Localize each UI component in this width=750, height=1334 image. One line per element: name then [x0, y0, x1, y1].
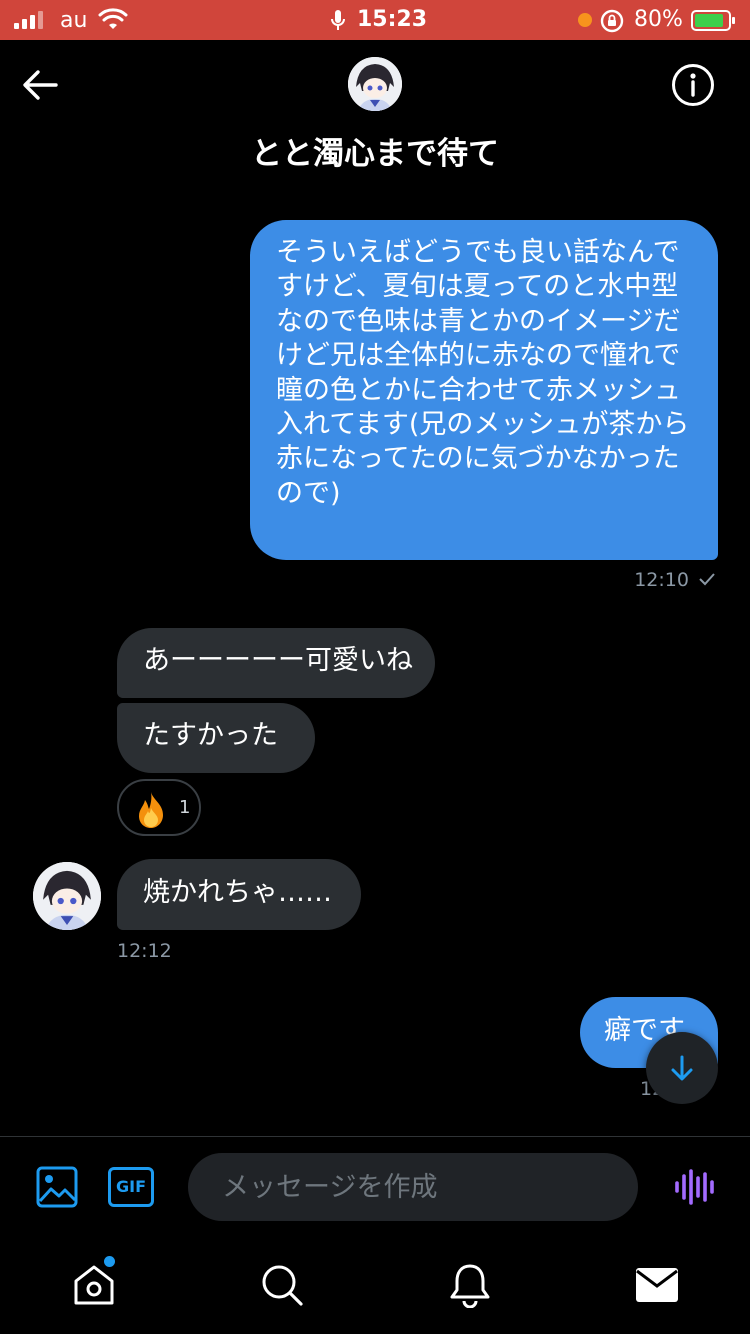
check-icon [699, 573, 715, 586]
signal-strength-icon [14, 11, 43, 29]
scroll-to-bottom-button[interactable] [646, 1032, 718, 1104]
arrow-down-icon [671, 1055, 693, 1081]
conversation-info-button[interactable] [671, 63, 715, 107]
search-icon [262, 1265, 303, 1306]
recording-indicator-icon [578, 13, 592, 27]
voice-message-button[interactable] [672, 1167, 716, 1207]
fire-emoji-icon [139, 792, 163, 828]
bottom-navigation [0, 1236, 750, 1334]
nav-search-button[interactable] [259, 1262, 305, 1308]
mail-icon [636, 1268, 678, 1302]
reaction-count: 1 [179, 797, 191, 818]
message-time: 12:12 [117, 940, 172, 962]
message-input[interactable] [188, 1153, 638, 1221]
conversation-title: とと濁心まで待て [251, 136, 499, 172]
reaction-badge[interactable]: 1 [117, 779, 201, 836]
image-icon [36, 1166, 78, 1208]
carrier-label: au [60, 8, 88, 33]
sender-avatar[interactable] [33, 862, 101, 930]
incoming-message[interactable]: 焼かれちゃ…… [117, 859, 361, 930]
battery-percentage: 80% [634, 7, 683, 32]
status-time: 15:23 [357, 7, 428, 32]
incoming-message[interactable]: たすかった [117, 703, 315, 773]
add-image-button[interactable] [35, 1165, 79, 1209]
message-composer: GIF [0, 1136, 750, 1236]
status-bar: au 15:23 80% [0, 0, 750, 40]
incoming-message[interactable]: あーーーーー可愛いね [117, 628, 435, 698]
arrow-left-icon [23, 70, 58, 100]
message-time: 12:10 [634, 569, 689, 591]
microphone-icon [330, 9, 346, 39]
wifi-icon [98, 8, 128, 38]
voice-waveform-icon [675, 1169, 714, 1205]
battery-icon [691, 10, 735, 31]
rotation-lock-icon [600, 9, 624, 39]
home-icon [74, 1265, 114, 1305]
message-timestamp: 12:10 [600, 569, 716, 591]
back-button[interactable] [20, 65, 62, 105]
conversation-header: とと濁心まで待て [0, 40, 750, 180]
info-icon [672, 64, 714, 106]
add-gif-button[interactable]: GIF [108, 1167, 154, 1207]
conversation-avatar[interactable] [348, 57, 402, 111]
bell-icon [450, 1264, 490, 1309]
nav-home-button[interactable] [71, 1262, 117, 1308]
nav-messages-button[interactable] [634, 1262, 680, 1308]
outgoing-message[interactable]: そういえばどうでも良い話なんですけど、夏旬は夏ってのと水中型なので色味は青とかの… [250, 220, 718, 560]
nav-notifications-button[interactable] [447, 1262, 493, 1309]
notification-dot-icon [104, 1256, 115, 1267]
